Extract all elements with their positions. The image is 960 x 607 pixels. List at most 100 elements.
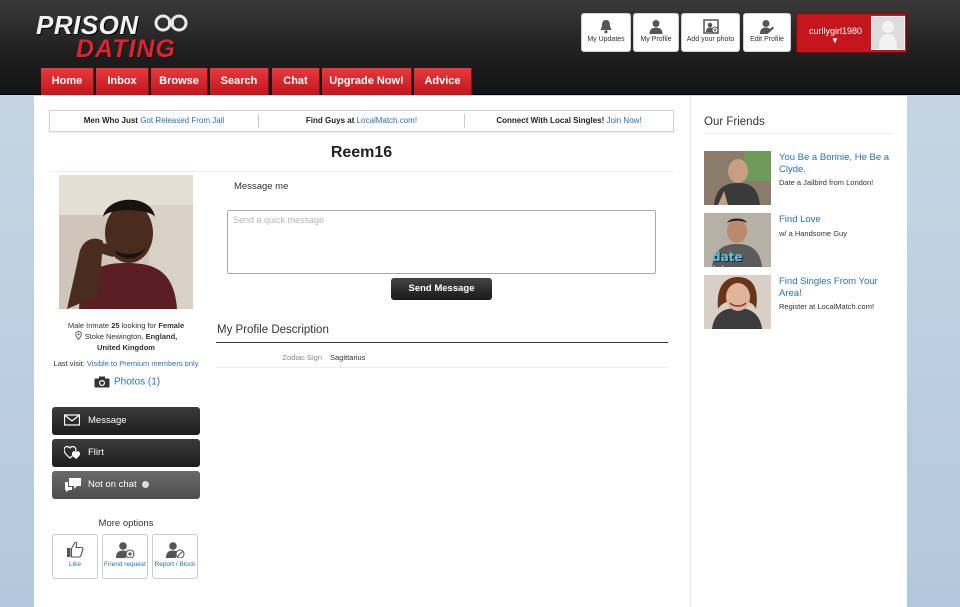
promo-text: Men Who Just (83, 116, 141, 125)
photos-label: Photos (1) (114, 376, 161, 388)
chat-status-label: Not on chat (88, 479, 137, 490)
like-button[interactable]: Like (52, 534, 98, 579)
nav-inbox[interactable]: Inbox (96, 68, 149, 95)
friend-ad-love[interactable]: date him Find Love w/ a Handsome Guy (704, 213, 896, 267)
thumbs-up-icon (67, 541, 84, 558)
last-visit: Last visit: Visible to Premium members o… (49, 359, 203, 368)
nav-browse[interactable]: Browse (151, 68, 208, 95)
last-visit-link[interactable]: Visible to Premium members only (87, 359, 199, 368)
chat-bubbles-icon (65, 478, 81, 492)
add-photo-button[interactable]: Add your photo (681, 13, 740, 52)
like-label: Like (69, 561, 81, 568)
friend-request-button[interactable]: Friend request (102, 534, 148, 579)
site-logo[interactable]: PRISON DATING (36, 10, 188, 63)
profile-photo[interactable] (59, 175, 193, 309)
my-profile-label: My Profile (640, 36, 672, 43)
friend-ad-image (704, 275, 771, 329)
my-profile-button[interactable]: My Profile (633, 13, 679, 52)
friend-ad-subtitle: Register at LocalMatch.com! (779, 302, 875, 311)
report-block-button[interactable]: Report / Block (152, 534, 198, 579)
friend-ad-london[interactable]: You Be a Bonnie, He Be a Clyde. Date a J… (704, 151, 896, 205)
sidebar-title: Our Friends (704, 116, 765, 128)
nav-chat[interactable]: Chat (272, 68, 320, 95)
block-user-icon (165, 542, 185, 558)
divider (216, 367, 668, 368)
handcuffs-icon (154, 14, 188, 32)
my-updates-label: My Updates (587, 36, 625, 43)
quick-message-input[interactable] (227, 210, 656, 274)
account-username: curllygirl1980 (809, 26, 863, 36)
looking-for: Female (158, 321, 185, 330)
my-updates-button[interactable]: My Updates (581, 13, 631, 52)
profile-photo-image (59, 175, 193, 309)
divider (49, 171, 674, 172)
friend-ad-image (704, 151, 771, 205)
avatar (871, 16, 905, 50)
nav-search[interactable]: Search (210, 68, 269, 95)
send-message-button[interactable]: Send Message (391, 278, 492, 300)
looking-text: looking for (119, 321, 159, 330)
user-icon (649, 20, 663, 34)
hearts-icon (64, 445, 80, 459)
friend-ad-title[interactable]: Find Singles From Your Area! (779, 276, 894, 300)
logo-word-dating: DATING (76, 35, 176, 63)
friend-ad-subtitle: Date a Jailbird from London! (779, 178, 874, 187)
promo-link-released[interactable]: Got Released From Jail (140, 116, 224, 125)
message-button[interactable]: Message (52, 407, 200, 435)
envelope-icon (64, 414, 80, 426)
friend-ad-photo (704, 151, 771, 205)
nav-advice[interactable]: Advice (414, 68, 472, 95)
last-visit-label: Last visit: (53, 359, 87, 368)
location-town: Stoke Newington, (84, 332, 146, 341)
edit-profile-icon (759, 20, 774, 34)
chevron-down-icon: ▼ (831, 36, 839, 45)
chat-status-button[interactable]: Not on chat (52, 471, 200, 499)
promo-text: Find Guys at (305, 116, 357, 125)
site-header: PRISON DATING My Updates My Profile Add … (0, 0, 960, 95)
nav-home[interactable]: Home (41, 68, 94, 95)
zodiac-value: Sagittarius (330, 353, 366, 362)
edit-profile-button[interactable]: Edit Profile (743, 13, 791, 52)
divider (216, 342, 668, 343)
friend-ad-overlay-text: date him (712, 250, 743, 267)
profile-age: 25 (111, 321, 120, 330)
promo-item-jail: Men Who Just Got Released From Jail (50, 111, 258, 131)
flirt-button-label: Flirt (88, 447, 104, 458)
promo-item-localmatch: Find Guys at LocalMatch.com! (259, 111, 464, 131)
promo-item-singles: Connect With Local Singles! Join Now! (465, 111, 673, 131)
location-pin-icon (74, 331, 82, 341)
photos-link[interactable]: Photos (1) (94, 376, 160, 388)
profile-location-line: Stoke Newington, England, (49, 331, 203, 342)
profile-name: Reem16 (330, 144, 393, 161)
add-photo-label: Add your photo (686, 36, 735, 43)
account-menu[interactable]: curllygirl1980 ▼ (796, 13, 907, 53)
profile-country-line: United Kingdom (49, 342, 203, 353)
inmate-label: Male Inmate (67, 321, 112, 330)
friend-ad-image: date him (704, 213, 771, 267)
friend-ad-title[interactable]: You Be a Bonnie, He Be a Clyde. (779, 152, 894, 176)
report-block-label: Report / Block (154, 561, 196, 568)
friend-ad-photo (704, 275, 771, 329)
friends-sidebar: Our Friends You Be a Bonnie, He Be a Cly… (690, 96, 907, 607)
camera-icon (94, 376, 110, 388)
friend-request-label: Friend request (104, 561, 146, 568)
nav-upgrade[interactable]: Upgrade Now! (322, 68, 412, 95)
flirt-button[interactable]: Flirt (52, 439, 200, 467)
divider (704, 133, 893, 134)
offline-status-dot (142, 481, 149, 488)
profile-panel: Men Who Just Got Released From Jail Find… (34, 96, 690, 607)
promo-bar: Men Who Just Got Released From Jail Find… (49, 110, 674, 132)
zodiac-label: Zodiac Sign (282, 353, 322, 362)
add-photo-icon (702, 19, 719, 34)
message-me-label: Message me (234, 181, 289, 192)
more-options-label: More options (98, 518, 154, 529)
profile-description-heading: My Profile Description (217, 324, 329, 336)
friend-ad-subtitle: w/ a Handsome Guy (779, 229, 847, 238)
friend-ad-title[interactable]: Find Love (779, 214, 894, 226)
promo-text: Connect With Local Singles! (496, 116, 607, 125)
add-friend-icon (115, 542, 135, 558)
promo-link-join[interactable]: Join Now! (607, 116, 642, 125)
friend-ad-localmatch[interactable]: Find Singles From Your Area! Register at… (704, 275, 896, 329)
promo-link-localmatch[interactable]: LocalMatch.com! (357, 116, 417, 125)
message-button-label: Message (88, 415, 127, 426)
